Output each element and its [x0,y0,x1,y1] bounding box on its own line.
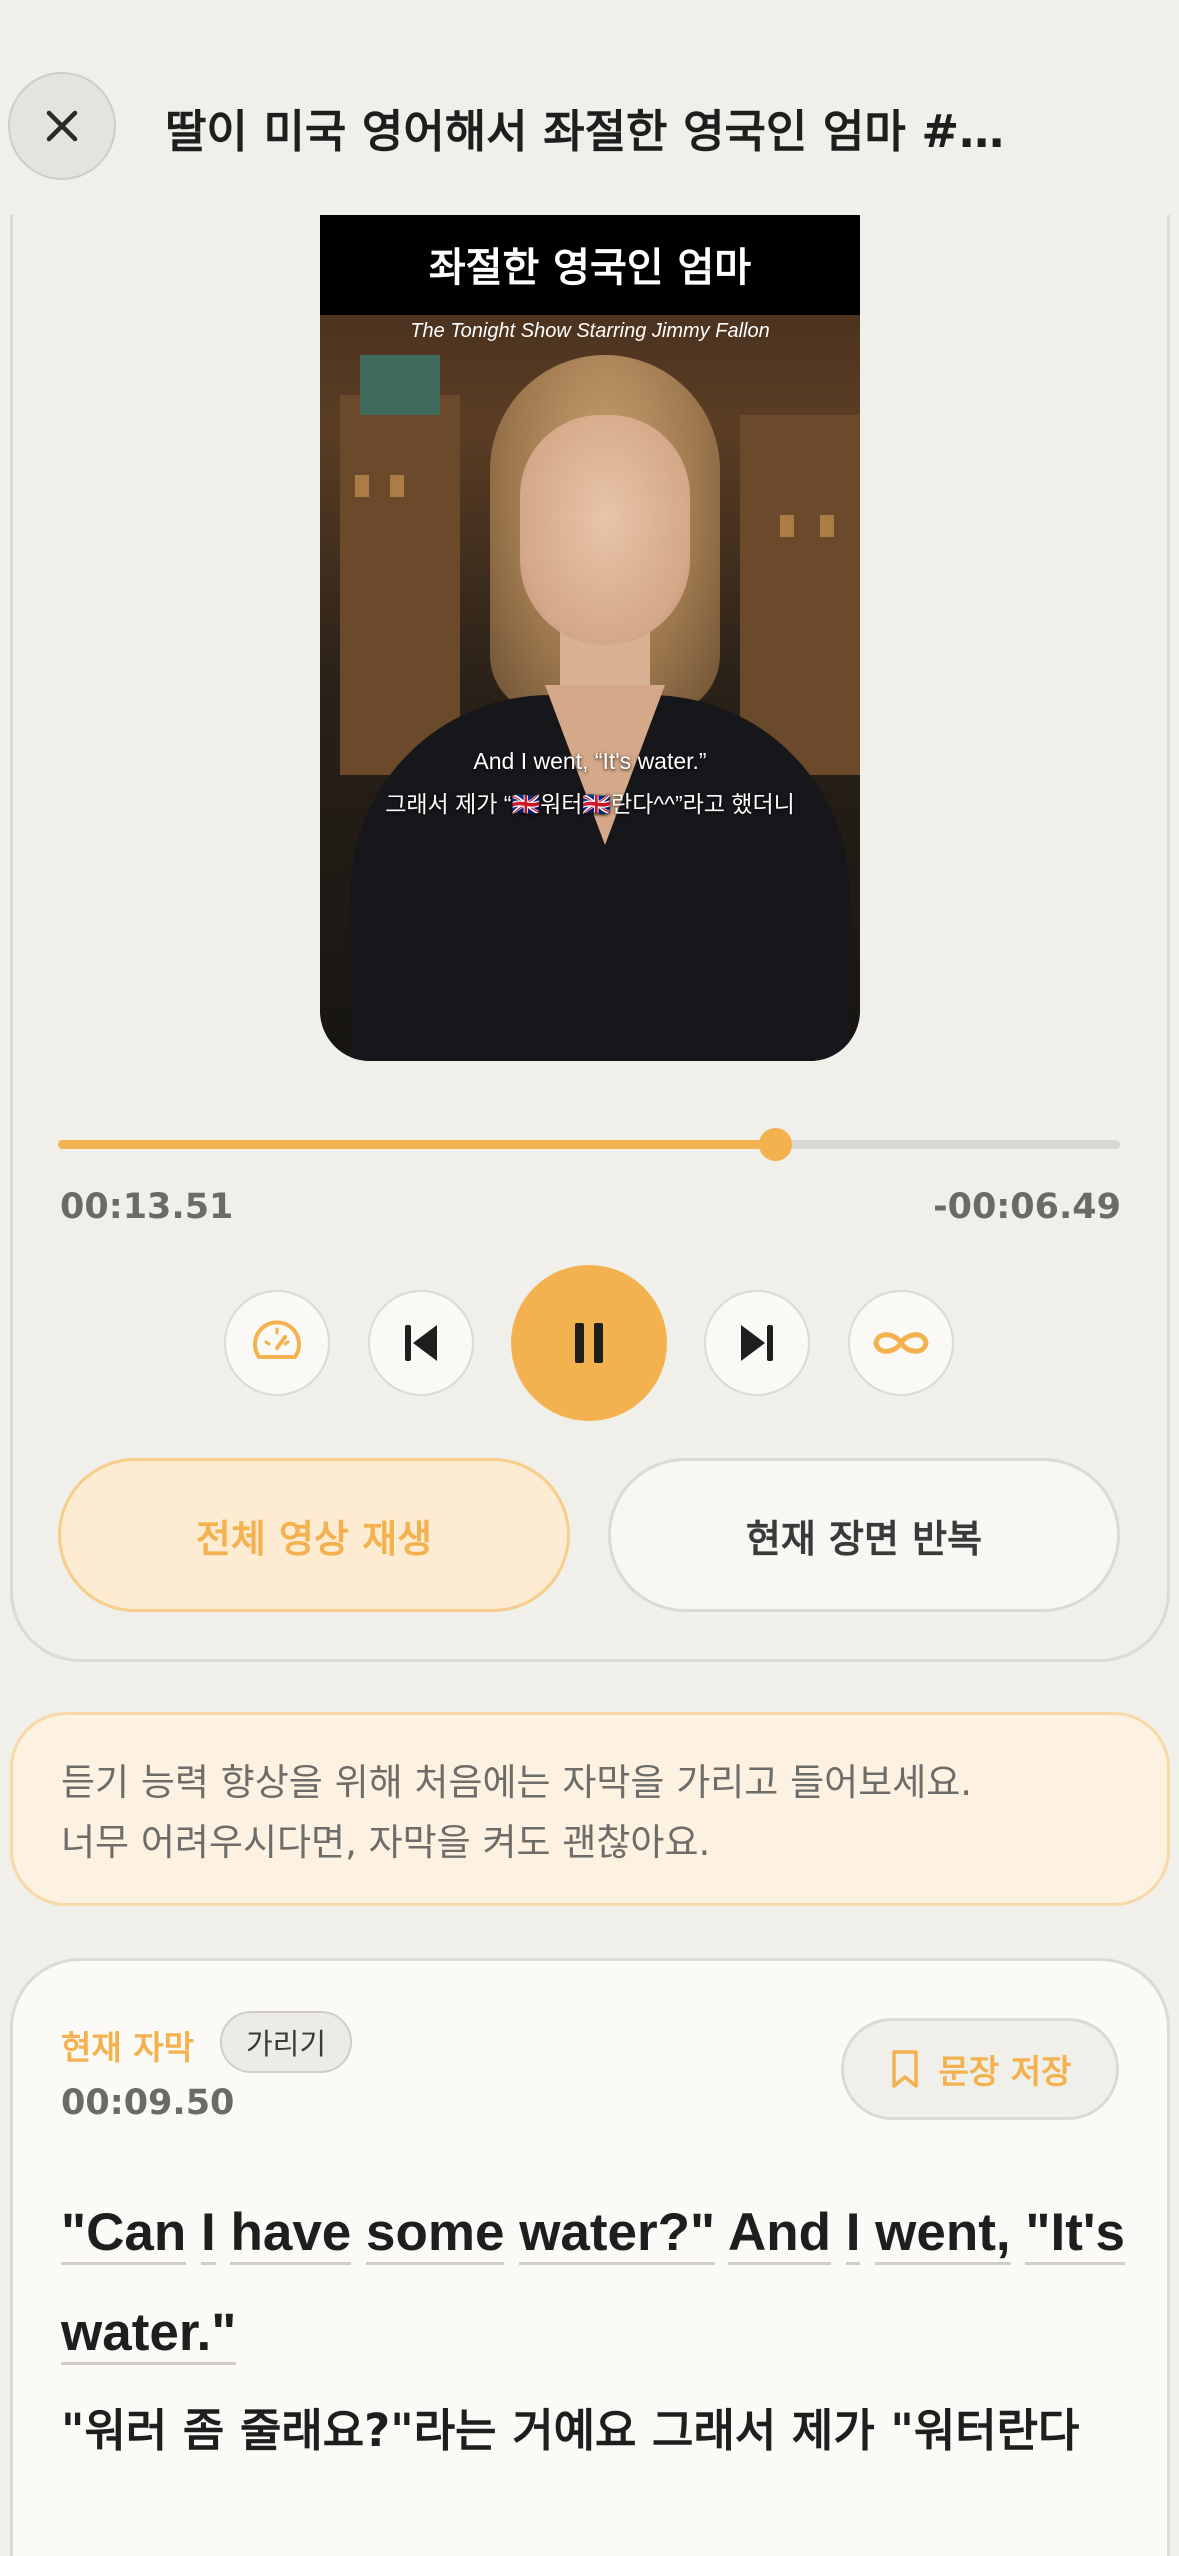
subtitle-word[interactable]: have [230,2203,352,2265]
pause-button[interactable] [511,1265,667,1421]
subtitle-translation: "워러 좀 줄래요?"라는 거예요 그래서 제가 "워터란다 [61,2404,1080,2457]
window-light [780,515,794,537]
hide-subtitle-button[interactable]: 가리기 [220,2011,353,2073]
header: 딸이 미국 영어해서 좌절한 영국인 엄마 #영… [0,0,1179,215]
background-building [340,395,460,775]
window-light [390,475,404,497]
skip-previous-icon [405,1325,437,1361]
subtitle-word[interactable]: "Can [61,2203,187,2265]
window-light [355,475,369,497]
bookmark-icon [891,2050,918,2088]
page-title: 딸이 미국 영어해서 좌절한 영국인 엄마 #영… [165,105,1045,158]
progress-knob[interactable] [758,1128,792,1161]
progress-fill [58,1140,775,1149]
background-building [740,415,860,775]
remaining-time: -00:06.49 [933,1187,1121,1227]
speed-button[interactable] [224,1290,330,1396]
subtitle-word[interactable]: I [845,2203,861,2265]
tip-line-2: 너무 어려우시다면, 자막을 켜도 괜찮아요. [61,1821,711,1864]
background-roof [360,355,440,415]
window-light [820,515,834,537]
subtitle-timestamp: 00:09.50 [61,2083,235,2123]
subtitle-word[interactable]: water?" [519,2203,716,2265]
skip-next-icon [741,1325,773,1361]
subtitle-word[interactable]: "It's [1025,2203,1125,2265]
next-button[interactable] [704,1290,810,1396]
tip-line-1: 듣기 능력 향상을 위해 처음에는 자막을 가리고 들어보세요. [61,1761,973,1804]
previous-button[interactable] [368,1290,474,1396]
subtitle-word[interactable]: water." [61,2303,237,2365]
close-button[interactable] [8,72,116,180]
progress-slider[interactable] [58,1128,1120,1161]
subtitle-sentence: "Can I have some water?" And I went, "It… [61,2183,1131,2383]
player-screen: 좌절한 영국인 엄마 The Tonight Show Starring Jim… [0,0,1179,2556]
video-player[interactable]: 좌절한 영국인 엄마 The Tonight Show Starring Jim… [320,215,860,1061]
subtitle-word[interactable]: went, [875,2203,1011,2265]
save-sentence-label: 문장 저장 [938,2052,1072,2091]
listening-tip: 듣기 능력 향상을 위해 처음에는 자막을 가리고 들어보세요. 너무 어려우시… [10,1712,1170,1906]
close-icon [46,110,78,142]
play-full-video-button[interactable]: 전체 영상 재생 [58,1458,570,1612]
video-caption-korean: 그래서 제가 “🇬🇧워터🇬🇧란다^^”라고 했더니 [385,791,795,817]
current-time: 00:13.51 [60,1187,234,1227]
save-sentence-button[interactable]: 문장 저장 [841,2018,1119,2120]
video-headline: 좌절한 영국인 엄마 [428,245,752,291]
current-subtitle-card: 현재 자막 가리기 00:09.50 문장 저장 "Can I have som… [10,1958,1170,2556]
video-headline-bar: 좌절한 영국인 엄마 [320,215,860,315]
video-credit: The Tonight Show Starring Jimmy Fallon [410,320,770,342]
loop-button[interactable] [848,1290,954,1396]
subtitle-word[interactable]: And [727,2203,831,2265]
pause-icon [575,1323,603,1363]
video-caption-english: And I went, “It's water.” [473,748,707,774]
infinity-icon [873,1332,929,1354]
repeat-scene-button[interactable]: 현재 장면 반복 [608,1458,1120,1612]
person-face [520,415,690,645]
subtitle-word[interactable]: I [201,2203,216,2265]
current-subtitle-label: 현재 자막 [61,2028,194,2067]
speedometer-icon [253,1320,301,1359]
subtitle-word[interactable]: some [366,2203,505,2265]
